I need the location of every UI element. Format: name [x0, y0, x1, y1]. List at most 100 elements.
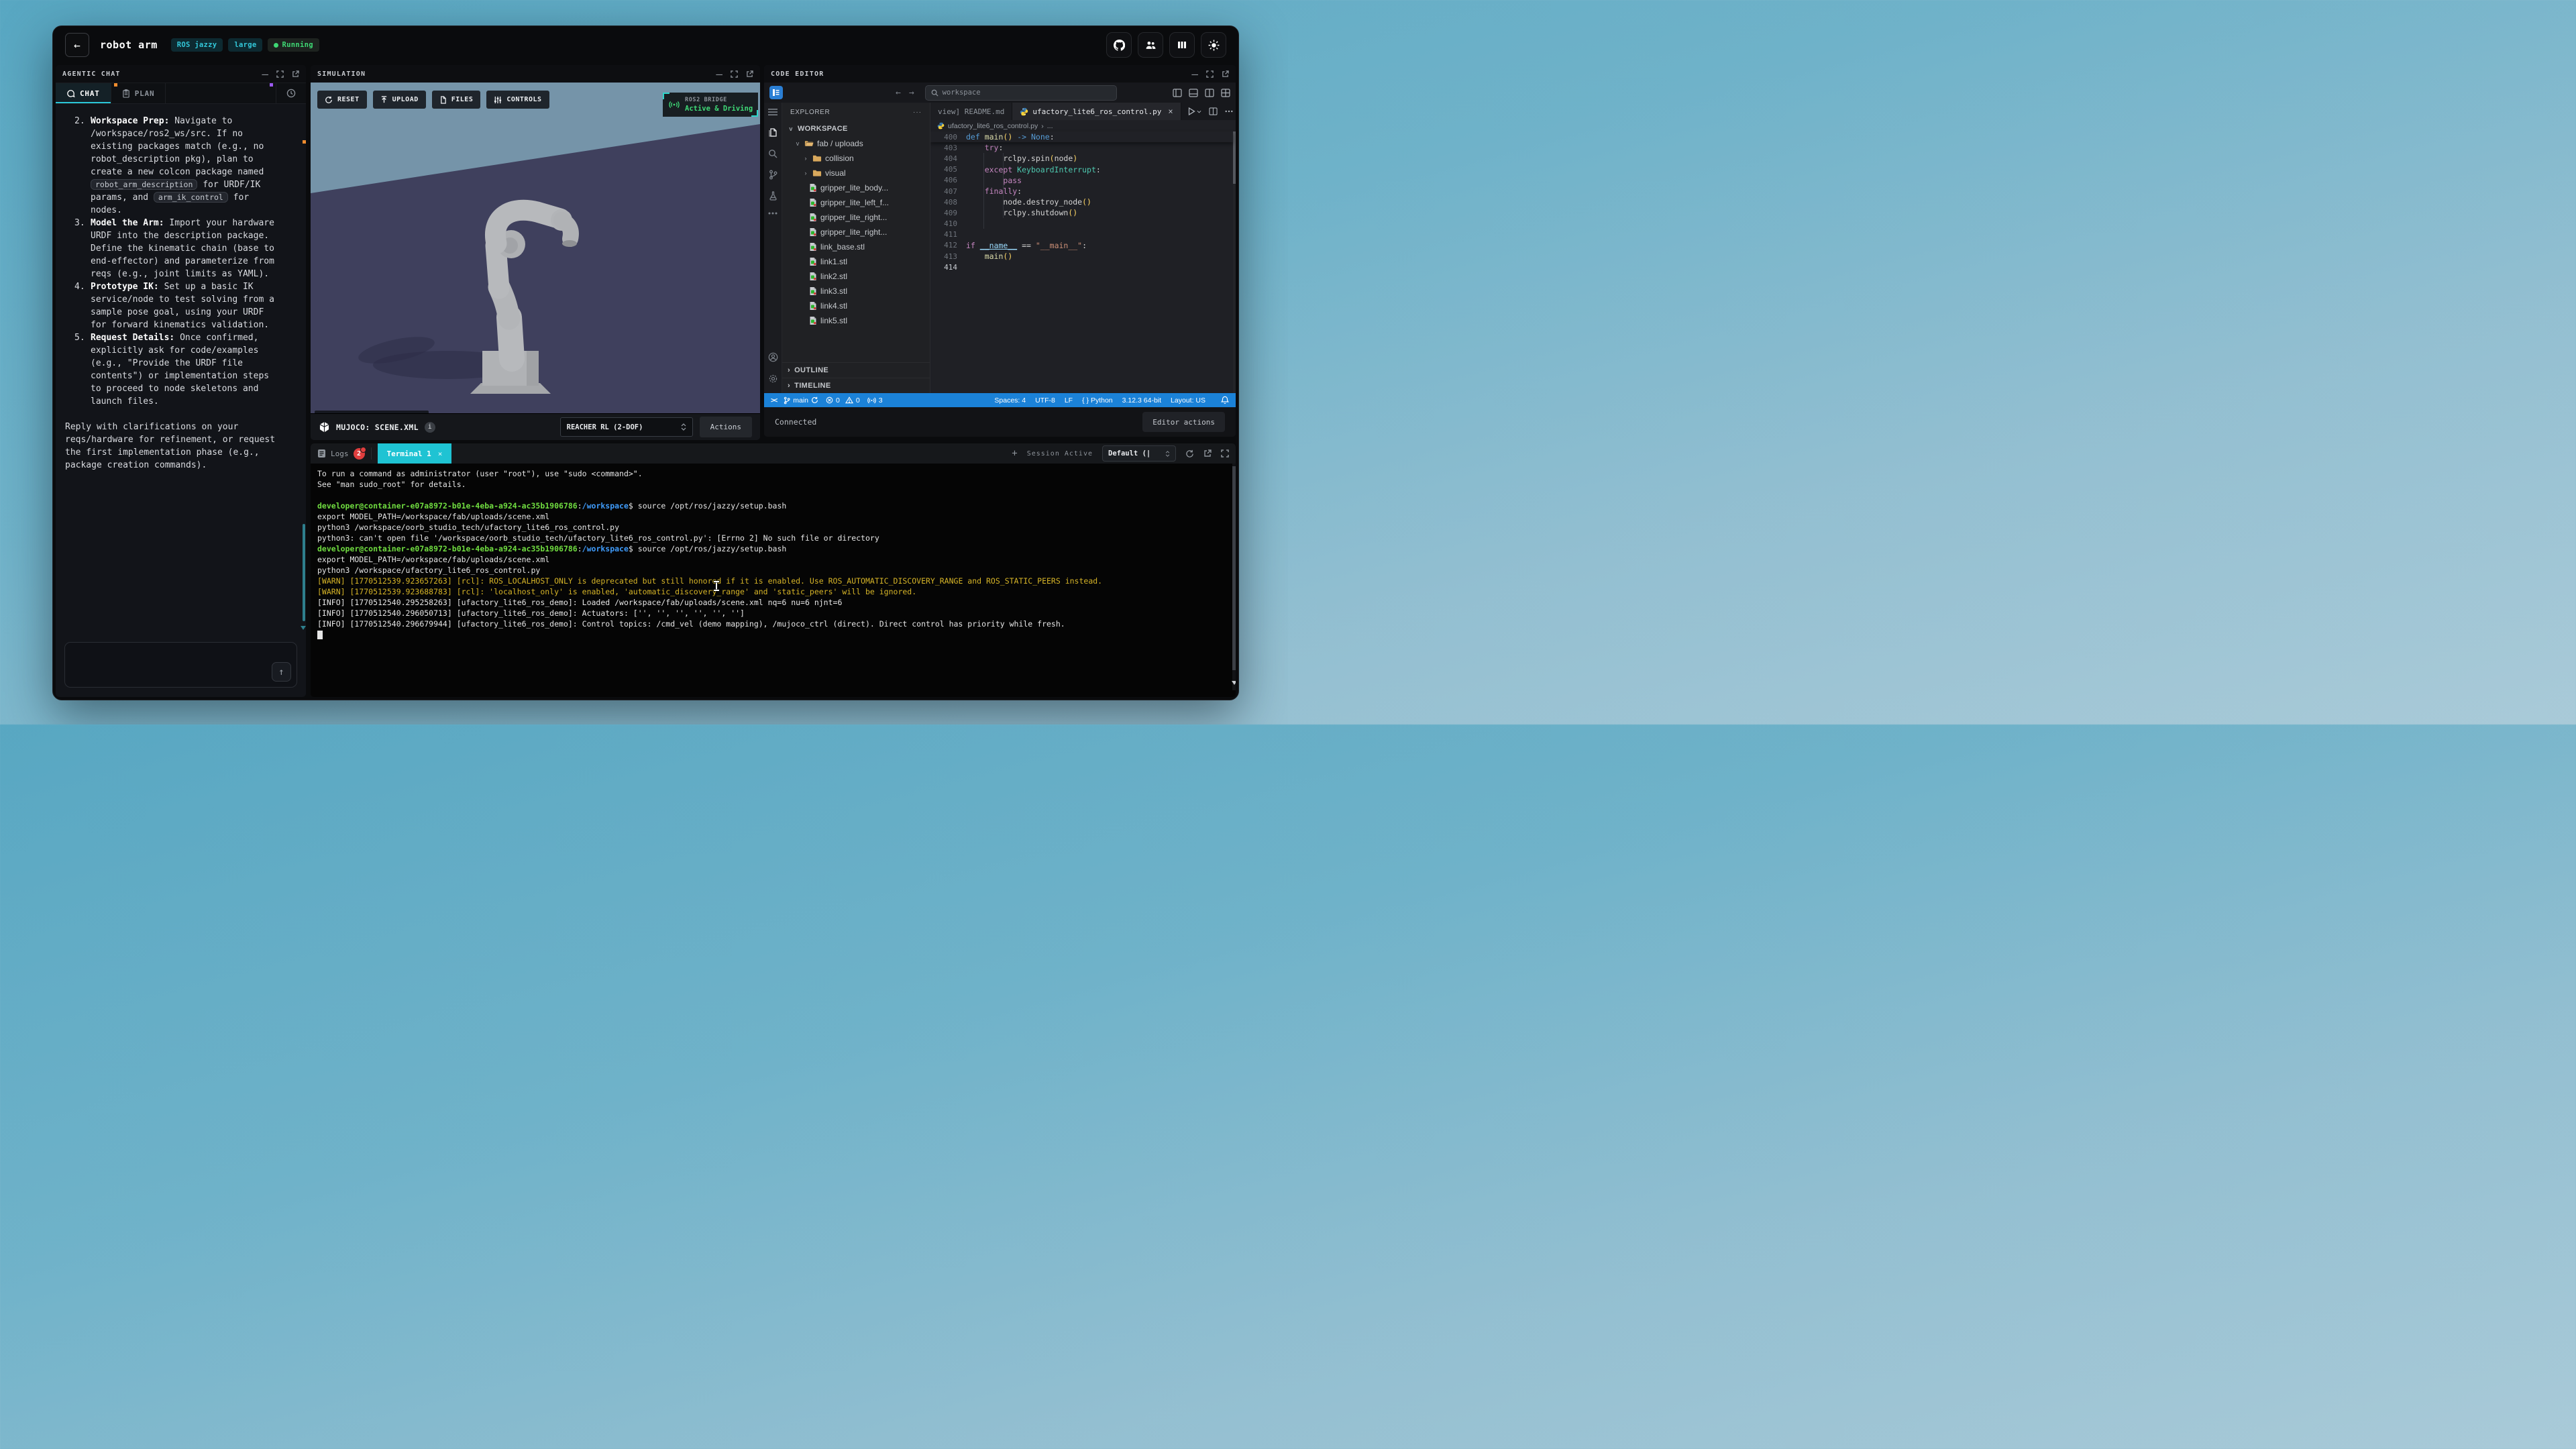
editor-more-icon[interactable]: [1225, 110, 1233, 113]
nav-forward-icon[interactable]: →: [909, 88, 914, 98]
activity-bar: [764, 103, 782, 393]
tree-item-link5-stl[interactable]: link5.stl: [782, 313, 930, 328]
stl-icon: [809, 213, 817, 222]
files-button[interactable]: FILES: [432, 91, 481, 109]
back-button[interactable]: ←: [65, 33, 89, 57]
layout-sidebar-icon[interactable]: [1173, 89, 1182, 97]
tree-item-link-base-stl[interactable]: link_base.stl: [782, 239, 930, 254]
code-line-410: 410: [930, 219, 1233, 229]
minimize-icon[interactable]: —: [716, 68, 722, 80]
expand-icon[interactable]: [731, 70, 738, 78]
source-control-icon[interactable]: [769, 170, 777, 180]
external-link-icon[interactable]: [746, 70, 753, 78]
ports-indicator[interactable]: 3: [867, 396, 883, 405]
close-tab-icon[interactable]: ×: [1168, 107, 1173, 116]
tree-item-gripper-lite-left-f-[interactable]: gripper_lite_left_f...: [782, 195, 930, 210]
chat-scroll-arrow[interactable]: [301, 626, 306, 630]
run-button[interactable]: [1188, 107, 1201, 115]
terminal-scrollbar[interactable]: [1232, 464, 1236, 690]
tree-item-link1-stl[interactable]: link1.stl: [782, 254, 930, 269]
nav-back-icon[interactable]: ←: [896, 88, 901, 98]
tree-root-workspace[interactable]: vWORKSPACE: [782, 121, 930, 136]
tree-item-gripper-lite-right-[interactable]: gripper_lite_right...: [782, 210, 930, 225]
info-icon[interactable]: i: [425, 422, 435, 433]
editor-actions-button[interactable]: Editor actions: [1142, 412, 1225, 432]
breadcrumb[interactable]: ufactory_lite6_ros_control.py › ...: [930, 120, 1236, 131]
terminal-tab[interactable]: Terminal 1 ×: [378, 443, 452, 464]
problems-indicator[interactable]: 0 0: [826, 396, 860, 405]
layout-grid-icon[interactable]: [1221, 89, 1230, 97]
more-icon[interactable]: [768, 212, 777, 215]
tree-item-link3-stl[interactable]: link3.stl: [782, 284, 930, 299]
status-layout-us[interactable]: Layout: US: [1171, 396, 1205, 405]
expand-icon[interactable]: [1206, 70, 1214, 78]
fullscreen-icon[interactable]: [1221, 449, 1229, 458]
settings-gear-icon[interactable]: [768, 374, 778, 384]
section-timeline[interactable]: ›TIMELINE: [782, 378, 930, 393]
command-search-input[interactable]: workspace: [925, 85, 1117, 101]
preset-select[interactable]: REACHER RL (2-DOF): [560, 417, 693, 437]
status-utf-8[interactable]: UTF-8: [1035, 396, 1055, 405]
bell-icon[interactable]: [1221, 396, 1229, 405]
layout-panel-icon[interactable]: [1189, 89, 1198, 97]
reset-button[interactable]: RESET: [317, 91, 367, 109]
tree-item-gripper-lite-body-[interactable]: gripper_lite_body...: [782, 180, 930, 195]
theme-button[interactable]: [1201, 32, 1226, 58]
tab-plan[interactable]: PLAN: [111, 83, 166, 103]
layout-columns-icon[interactable]: [1205, 89, 1214, 97]
chat-scrollbar[interactable]: [303, 524, 305, 621]
tree-item-collision[interactable]: ›collision: [782, 151, 930, 166]
mujoco-viewport[interactable]: [311, 83, 760, 414]
code-view[interactable]: 400def main() -> None:403 try:404 rclpy.…: [930, 131, 1233, 393]
tree-item-link4-stl[interactable]: link4.stl: [782, 299, 930, 313]
status-bar: >< main 0 0 3 Spaces: 4 UTF-8 LF { } Python…: [764, 393, 1236, 407]
section-outline[interactable]: ›OUTLINE: [782, 362, 930, 378]
close-terminal-icon[interactable]: ×: [438, 449, 443, 458]
explorer-title: EXPLORER: [790, 109, 830, 116]
new-terminal-button[interactable]: +: [1012, 448, 1017, 459]
tree-item-visual[interactable]: ›visual: [782, 166, 930, 180]
tab-readme[interactable]: view] README.md: [930, 103, 1012, 120]
account-icon[interactable]: [768, 352, 778, 362]
code-line-409: 409 rclpy.shutdown(): [930, 207, 1233, 218]
github-button[interactable]: [1106, 32, 1132, 58]
minimize-icon[interactable]: —: [1191, 68, 1198, 80]
history-button[interactable]: [276, 83, 306, 103]
tree-item-gripper-lite-right-[interactable]: gripper_lite_right...: [782, 225, 930, 239]
desktop-background: ← robot arm ROS jazzylargeRunning AGENTI…: [0, 0, 1288, 724]
git-branch-indicator[interactable]: main: [784, 396, 818, 405]
menu-icon[interactable]: [768, 108, 777, 116]
profile-select[interactable]: Default (|: [1102, 445, 1176, 462]
explorer-icon[interactable]: [768, 127, 777, 138]
terminal-output[interactable]: To run a command as administrator (user …: [311, 464, 1232, 697]
status-3-12-3-64-bit[interactable]: 3.12.3 64-bit: [1122, 396, 1161, 405]
split-editor-icon[interactable]: [1209, 107, 1218, 115]
status--python[interactable]: { } Python: [1082, 396, 1113, 405]
upload-button[interactable]: UPLOAD: [373, 91, 426, 109]
collaborators-button[interactable]: [1138, 32, 1163, 58]
external-link-icon[interactable]: [292, 70, 299, 78]
explorer-more-icon[interactable]: ···: [913, 109, 922, 116]
send-button[interactable]: ↑: [272, 662, 291, 682]
tree-item-fab-uploads[interactable]: vfab / uploads: [782, 136, 930, 151]
status-lf[interactable]: LF: [1065, 396, 1073, 405]
external-link-icon[interactable]: [1222, 70, 1229, 78]
layout-columns-button[interactable]: [1169, 32, 1195, 58]
chat-list-item: 4.Prototype IK: Set up a basic IK servic…: [74, 280, 282, 331]
editor-scrollbar[interactable]: [1233, 131, 1236, 393]
controls-button[interactable]: CONTROLS: [486, 91, 549, 109]
logs-tab[interactable]: Logs 2: [317, 448, 365, 460]
tree-item-link2-stl[interactable]: link2.stl: [782, 269, 930, 284]
test-flask-icon[interactable]: [769, 191, 777, 201]
tab-ufactory-control[interactable]: ufactory_lite6_ros_control.py ×: [1012, 103, 1181, 120]
search-sidebar-icon[interactable]: [768, 149, 777, 158]
remote-indicator[interactable]: ><: [771, 396, 776, 405]
actions-button[interactable]: Actions: [700, 417, 752, 437]
external-link-icon[interactable]: [1203, 449, 1212, 458]
chat-input[interactable]: ↑: [64, 642, 297, 688]
refresh-icon[interactable]: [1185, 449, 1194, 458]
status-spaces-4[interactable]: Spaces: 4: [994, 396, 1026, 405]
expand-icon[interactable]: [276, 70, 284, 78]
minimize-icon[interactable]: —: [262, 68, 268, 80]
tab-chat[interactable]: CHAT: [56, 83, 111, 103]
